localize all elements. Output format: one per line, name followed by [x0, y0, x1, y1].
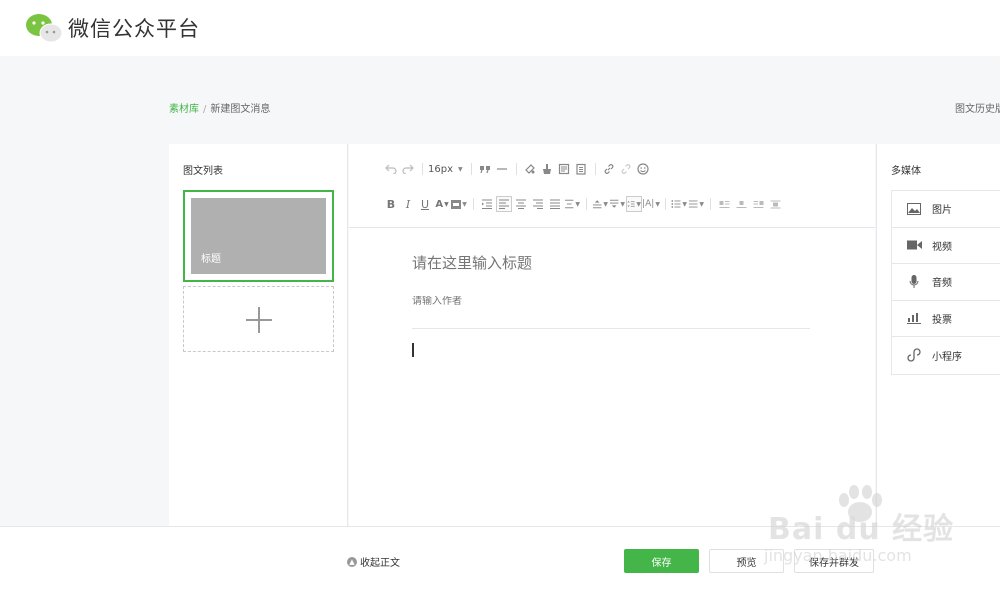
media-item-poll[interactable]: 投票 [892, 301, 1000, 337]
breadcrumb: 素材库 / 新建图文消息 [169, 100, 270, 115]
footer-bar: ▲ 收起正文 保存 预览 保存并群发 [0, 526, 1000, 592]
spacing-select-icon[interactable]: ▼ [564, 196, 580, 212]
horizontal-rule-icon[interactable] [494, 161, 510, 177]
collapse-body-button[interactable]: ▲ 收起正文 [347, 554, 400, 569]
article-history-link[interactable]: 图文历史版本 [955, 100, 1000, 115]
mini-program-icon [906, 347, 922, 363]
image-float-none-icon[interactable] [733, 196, 749, 212]
preview-button[interactable]: 预览 [709, 549, 784, 573]
image-float-right-icon[interactable] [750, 196, 766, 212]
align-justify-icon[interactable] [547, 196, 563, 212]
media-panel: 多媒体 图片 视频 音频 投票 小程序 [876, 144, 1000, 526]
background-color-icon[interactable]: ▼ [451, 196, 467, 212]
undo-icon[interactable] [383, 161, 399, 177]
media-item-image[interactable]: 图片 [892, 191, 1000, 228]
clear-format-icon[interactable] [522, 161, 538, 177]
toolbar-row-2: B I U A ▼ ▼ ▼ ▼ ▼ ▼ |A| ▼ ▼ ▼ [383, 195, 784, 213]
media-list: 图片 视频 音频 投票 小程序 [891, 190, 1000, 375]
paste-text-icon[interactable] [573, 161, 589, 177]
ordered-list-icon[interactable]: ▼ [671, 196, 687, 212]
image-icon [906, 201, 922, 217]
brand-title[interactable]: 微信公众平台 [68, 13, 200, 43]
link-icon[interactable] [601, 161, 617, 177]
poll-icon [906, 310, 922, 326]
font-size-select[interactable]: 16px ▼ [428, 164, 466, 175]
editor-toolbar: 16px ▼ B I U A ▼ ▼ ▼ ▼ ▼ ▼ |A| ▼ ▼ ▼ [349, 144, 875, 228]
breadcrumb-material-library[interactable]: 素材库 [169, 104, 199, 115]
align-left-icon[interactable] [496, 196, 512, 212]
format-brush-icon[interactable] [539, 161, 555, 177]
insert-template-icon[interactable] [556, 161, 572, 177]
letter-spacing-icon[interactable]: |A| ▼ [642, 196, 660, 212]
blockquote-icon[interactable] [477, 161, 493, 177]
wechat-logo-icon[interactable] [24, 12, 64, 44]
article-card-title: 标题 [201, 254, 221, 265]
line-height-icon[interactable]: ▼ [626, 196, 642, 212]
text-cursor[interactable] [412, 343, 414, 357]
article-list-title: 图文列表 [183, 166, 223, 177]
unlink-icon[interactable] [618, 161, 634, 177]
align-right-icon[interactable] [530, 196, 546, 212]
media-item-label: 图片 [932, 205, 952, 217]
divider [412, 328, 810, 329]
author-input[interactable] [412, 296, 812, 307]
media-item-mini-program[interactable]: 小程序 [892, 337, 1000, 374]
article-cover: 标题 [191, 198, 326, 274]
top-bar: 微信公众平台 [0, 0, 1000, 56]
article-title-input[interactable] [412, 254, 812, 272]
media-item-label: 小程序 [932, 351, 962, 363]
toolbar-row-1: 16px ▼ [383, 160, 652, 178]
add-article-button[interactable] [183, 286, 334, 352]
breadcrumb-current: 新建图文消息 [210, 104, 271, 115]
media-panel-title: 多媒体 [891, 166, 921, 177]
unordered-list-icon[interactable]: ▼ [688, 196, 704, 212]
italic-icon[interactable]: I [400, 196, 416, 212]
collapse-icon: ▲ [347, 556, 357, 567]
article-card-selected[interactable]: 标题 [183, 190, 334, 282]
editor-panel: 16px ▼ B I U A ▼ ▼ ▼ ▼ ▼ ▼ |A| ▼ ▼ ▼ 请在这… [349, 144, 875, 526]
align-center-icon[interactable] [513, 196, 529, 212]
save-and-publish-button[interactable]: 保存并群发 [794, 549, 874, 573]
redo-icon[interactable] [400, 161, 416, 177]
underline-icon[interactable]: U [417, 196, 433, 212]
media-item-label: 视频 [932, 241, 952, 253]
breadcrumb-separator: / [203, 104, 207, 115]
paragraph-spacing-top-icon[interactable]: ▼ [592, 196, 608, 212]
image-center-icon[interactable] [767, 196, 783, 212]
bold-icon[interactable]: B [383, 196, 399, 212]
font-color-icon[interactable]: A ▼ [434, 196, 450, 212]
collapse-label: 收起正文 [360, 558, 400, 569]
article-list-panel: 图文列表 标题 [169, 144, 348, 526]
font-size-value: 16px [428, 163, 453, 175]
image-float-left-icon[interactable] [716, 196, 732, 212]
emoji-icon[interactable] [635, 161, 651, 177]
media-item-audio[interactable]: 音频 [892, 264, 1000, 301]
media-item-label: 音频 [932, 278, 952, 290]
paragraph-spacing-bottom-icon[interactable]: ▼ [609, 196, 625, 212]
media-item-video[interactable]: 视频 [892, 228, 1000, 264]
media-item-label: 投票 [932, 314, 952, 326]
indent-icon[interactable] [479, 196, 495, 212]
video-icon [906, 237, 922, 253]
chevron-down-icon: ▼ [458, 165, 463, 173]
save-button[interactable]: 保存 [624, 549, 699, 573]
microphone-icon [906, 274, 922, 290]
